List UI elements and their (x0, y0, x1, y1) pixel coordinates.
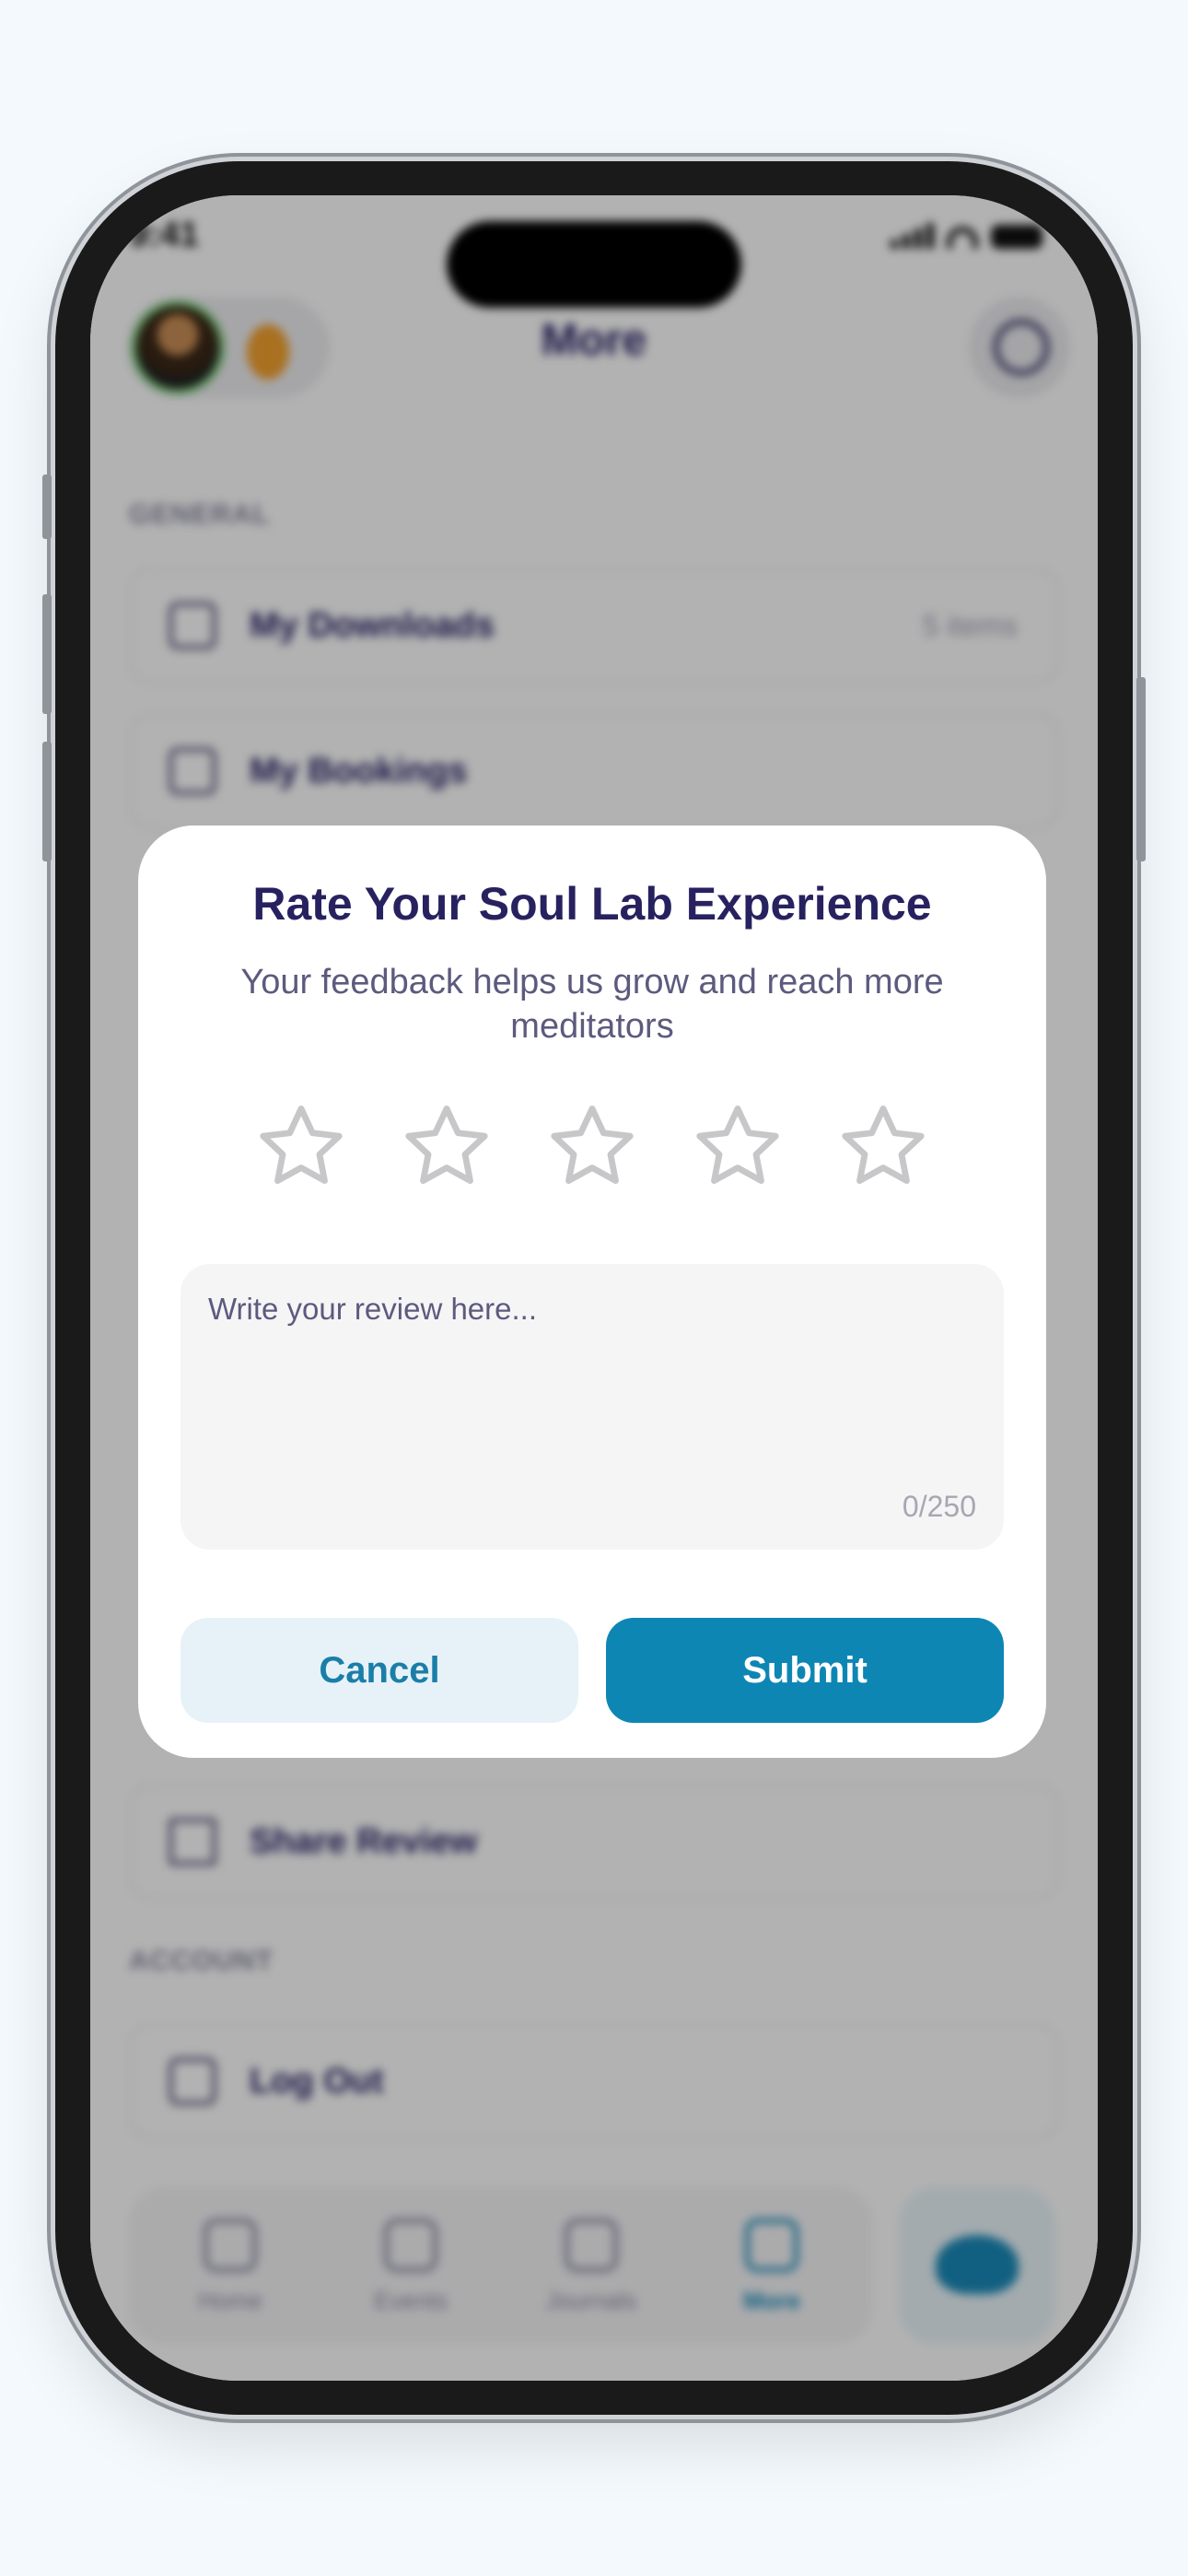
silent-switch (42, 474, 52, 539)
character-counter: 0/250 (902, 1490, 976, 1523)
star-icon[interactable] (836, 1100, 930, 1194)
star-icon[interactable] (254, 1100, 348, 1194)
review-field: 0/250 (181, 1264, 1004, 1550)
star-icon[interactable] (545, 1100, 639, 1194)
rating-dialog: Rate Your Soul Lab Experience Your feedb… (138, 825, 1046, 1758)
power-button (1136, 677, 1146, 861)
dialog-title: Rate Your Soul Lab Experience (252, 878, 932, 930)
star-icon[interactable] (400, 1100, 494, 1194)
volume-up-button (42, 594, 52, 714)
submit-button[interactable]: Submit (606, 1618, 1004, 1723)
cancel-button[interactable]: Cancel (181, 1618, 578, 1723)
star-rating (138, 1100, 1046, 1194)
phone-screen: 9:41 More GENERAL My Downloads 5 items M… (90, 195, 1098, 2381)
dialog-subtitle: Your feedback helps us grow and reach mo… (240, 963, 944, 1046)
volume-down-button (42, 742, 52, 861)
star-icon[interactable] (691, 1100, 785, 1194)
review-input[interactable] (181, 1264, 1004, 1550)
